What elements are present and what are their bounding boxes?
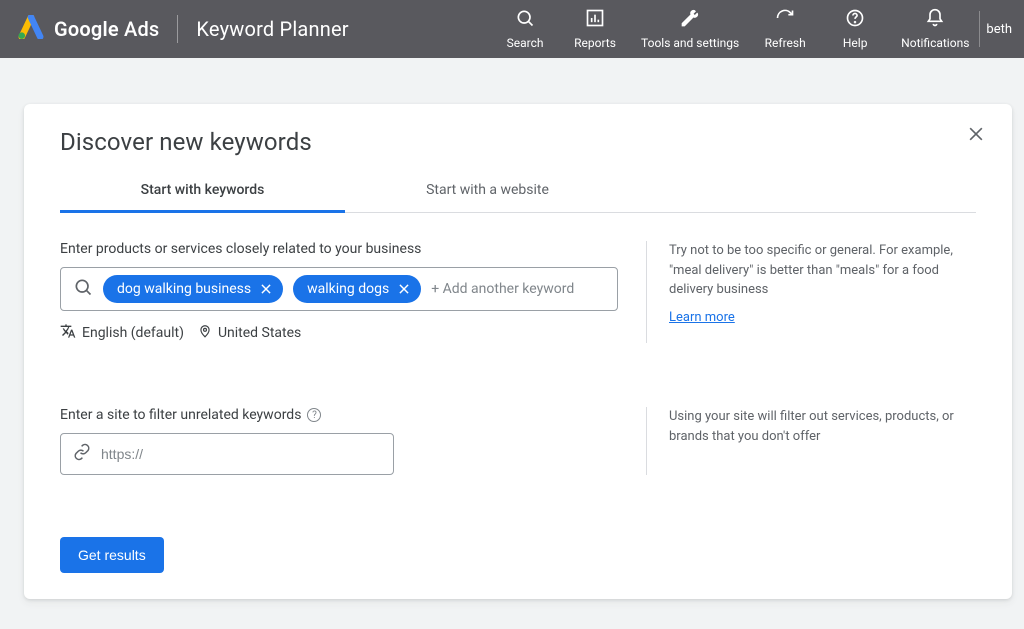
refresh-icon	[775, 8, 795, 31]
nav-refresh[interactable]: Refresh	[761, 8, 809, 50]
language-selector[interactable]: English (default)	[60, 323, 184, 343]
user-name[interactable]: beth	[986, 22, 1012, 37]
google-ads-logo-icon	[18, 15, 44, 43]
nav-notifications[interactable]: Notifications	[901, 8, 969, 50]
header-divider-right	[979, 11, 980, 47]
help-tooltip-icon[interactable]: ?	[307, 408, 321, 422]
get-results-button[interactable]: Get results	[60, 537, 164, 573]
site-field-label: Enter a site to filter unrelated keyword…	[60, 407, 301, 423]
site-input-box[interactable]	[60, 433, 394, 475]
reports-icon	[585, 8, 605, 31]
keyword-row: Enter products or services closely relat…	[60, 241, 976, 343]
link-icon	[73, 443, 91, 465]
site-filter-row: Enter a site to filter unrelated keyword…	[60, 407, 976, 475]
nav-reports[interactable]: Reports	[571, 8, 619, 50]
tab-start-with-keywords[interactable]: Start with keywords	[60, 170, 345, 212]
chip-label: walking dogs	[307, 281, 389, 297]
header-actions: Search Reports Tools and settings Refres…	[501, 8, 969, 50]
header-divider	[177, 15, 178, 43]
learn-more-link[interactable]: Learn more	[669, 310, 735, 325]
site-field-label-wrap: Enter a site to filter unrelated keyword…	[60, 407, 618, 423]
bell-icon	[925, 8, 945, 31]
search-icon	[515, 8, 535, 31]
nav-search[interactable]: Search	[501, 8, 549, 50]
tabs: Start with keywords Start with a website	[60, 170, 976, 213]
nav-tools[interactable]: Tools and settings	[641, 8, 739, 50]
product-title: Keyword Planner	[196, 17, 348, 41]
keyword-chip: walking dogs	[293, 275, 421, 303]
app-header: Google Ads Keyword Planner Search Report…	[0, 0, 1024, 58]
close-icon	[966, 129, 986, 148]
translate-icon	[60, 323, 76, 343]
nav-help[interactable]: Help	[831, 8, 879, 50]
chip-remove-button[interactable]	[259, 282, 273, 296]
site-url-input[interactable]	[101, 446, 381, 462]
tab-start-with-website[interactable]: Start with a website	[345, 170, 630, 212]
site-hint-text: Using your site will filter out services…	[669, 407, 976, 446]
chip-remove-button[interactable]	[397, 282, 411, 296]
keyword-input-box[interactable]: dog walking business walking dogs + Add …	[60, 267, 618, 311]
discover-keywords-card: Discover new keywords Start with keyword…	[24, 104, 1012, 599]
search-icon	[73, 277, 93, 301]
keyword-hint-text: Try not to be too specific or general. F…	[669, 241, 976, 300]
close-button[interactable]	[966, 124, 986, 148]
wrench-icon	[680, 8, 700, 31]
language-location-row: English (default) United States	[60, 323, 618, 343]
location-pin-icon	[198, 324, 212, 342]
keyword-field-label: Enter products or services closely relat…	[60, 241, 618, 257]
brand-text: Google Ads	[54, 17, 159, 41]
keyword-chip: dog walking business	[103, 275, 283, 303]
add-keyword-placeholder[interactable]: + Add another keyword	[431, 281, 574, 297]
chip-label: dog walking business	[117, 281, 251, 297]
card-title: Discover new keywords	[60, 128, 976, 156]
location-selector[interactable]: United States	[198, 324, 301, 342]
brand-logo[interactable]: Google Ads	[18, 15, 159, 43]
help-icon	[845, 8, 865, 31]
